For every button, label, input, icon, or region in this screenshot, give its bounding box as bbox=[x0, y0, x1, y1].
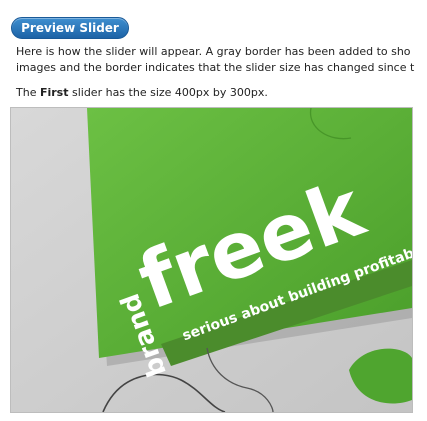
slider-preview-frame: freek brand serious about building profi… bbox=[10, 107, 413, 413]
slider-description: Here is how the slider will appear. A gr… bbox=[16, 44, 427, 76]
size-note-prefix: The bbox=[16, 86, 40, 99]
description-line-2: images and the border indicates that the… bbox=[16, 61, 415, 74]
description-line-1: Here is how the slider will appear. A gr… bbox=[16, 45, 411, 58]
size-note-suffix: slider has the size 400px by 300px. bbox=[68, 86, 268, 99]
slider-preview-image: freek brand serious about building profi… bbox=[11, 108, 412, 412]
slider-name: First bbox=[39, 86, 69, 99]
slider-size-note: The First slider has the size 400px by 3… bbox=[16, 86, 268, 100]
preview-slider-button[interactable]: Preview Slider bbox=[11, 17, 129, 39]
